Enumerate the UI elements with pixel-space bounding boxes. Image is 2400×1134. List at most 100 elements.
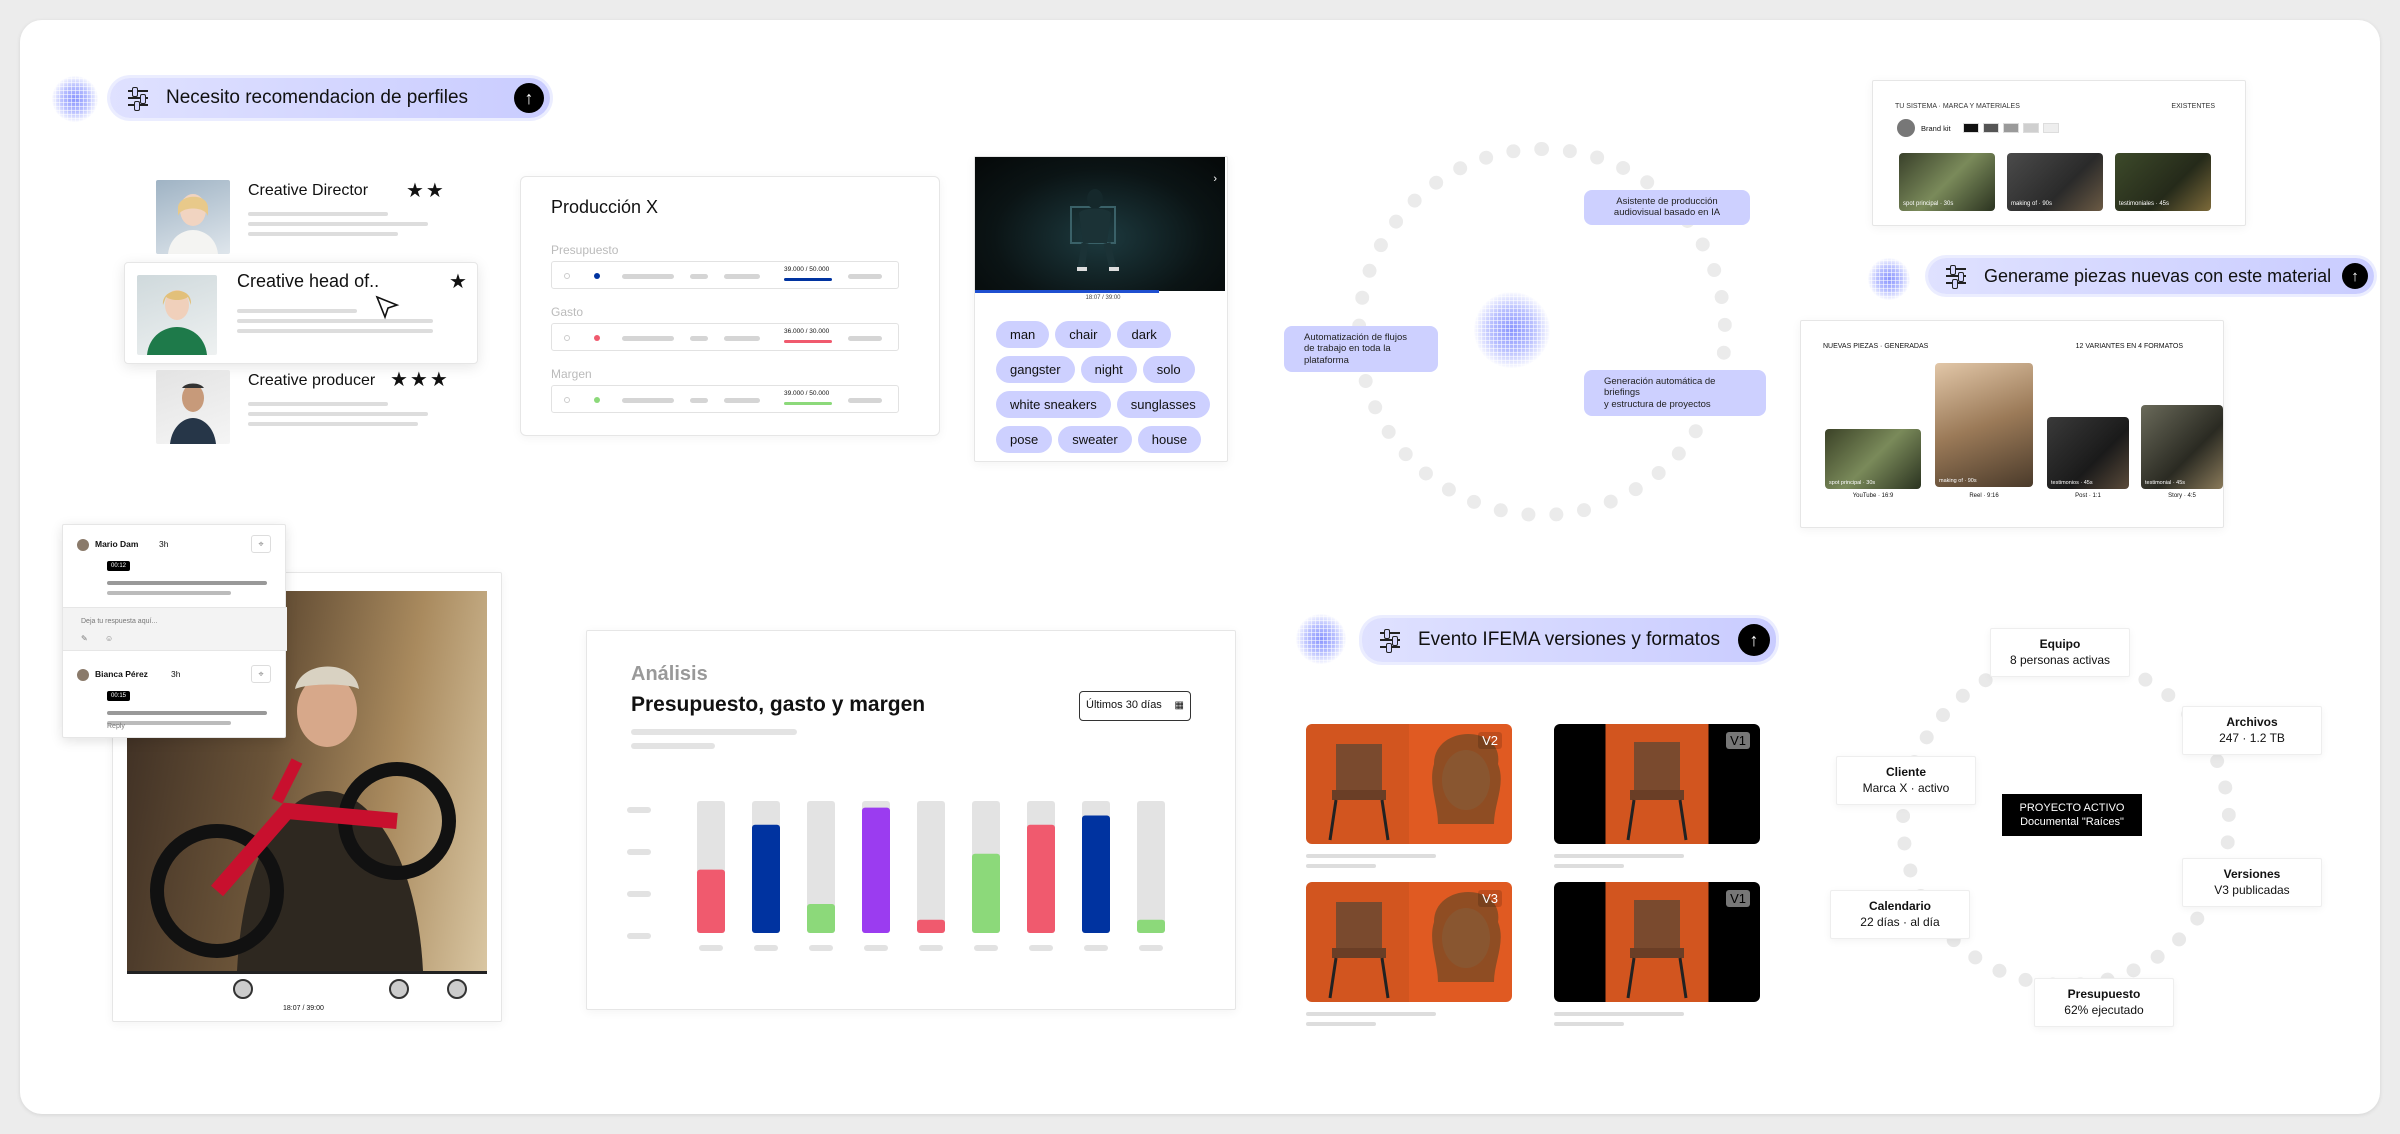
video-frame[interactable]: › bbox=[975, 157, 1225, 291]
generated-thumb[interactable]: testimonios · 45s bbox=[2047, 417, 2129, 489]
cursor-icon bbox=[375, 295, 400, 320]
budget-card: Producción X Presupuesto 39.000 / 50.000… bbox=[520, 176, 940, 436]
version-thumb[interactable]: V3 bbox=[1306, 882, 1512, 1002]
tag-chip[interactable]: night bbox=[1080, 356, 1137, 383]
tag-chip[interactable]: man bbox=[996, 321, 1050, 348]
sliders-icon[interactable] bbox=[1946, 265, 1966, 289]
feature-bubble: Generación automática de briefings y est… bbox=[1584, 370, 1766, 417]
color-swatch bbox=[2043, 123, 2059, 133]
tag-chip[interactable]: sweater bbox=[1058, 426, 1132, 453]
prompt-bar-profiles[interactable]: Necesito recomendacion de perfiles ↑ bbox=[110, 78, 550, 118]
send-arrow-icon[interactable]: ↑ bbox=[2342, 263, 2368, 289]
sliders-icon[interactable] bbox=[128, 87, 148, 111]
reply-input[interactable]: Deja tu respuesta aquí... ✎ ☺ bbox=[63, 607, 287, 651]
profile-role: Creative Director bbox=[248, 182, 369, 199]
ai-orb-icon bbox=[1296, 614, 1346, 664]
timestamp-chip[interactable]: 00:15 bbox=[107, 691, 131, 701]
generated-thumb[interactable]: making of · 90s bbox=[1935, 363, 2033, 487]
send-arrow-icon[interactable]: ↑ bbox=[514, 83, 544, 113]
project-node[interactable]: Versiones V3 publicadas bbox=[2182, 858, 2322, 908]
comment-time: 3h bbox=[171, 669, 181, 679]
sliders-icon[interactable] bbox=[1380, 629, 1400, 653]
budget-row[interactable]: 36.000 / 30.000 bbox=[551, 323, 899, 351]
send-arrow-icon[interactable]: ↑ bbox=[1738, 624, 1770, 656]
prompt-bar-ifema[interactable]: Evento IFEMA versiones y formatos ↑ bbox=[1362, 618, 1776, 662]
budget-row[interactable]: 39.000 / 50.000 bbox=[551, 261, 899, 289]
ai-orb-icon bbox=[1474, 292, 1550, 368]
material-thumb[interactable]: spot principal · 30s bbox=[1899, 153, 1995, 211]
pin-icon[interactable]: ⌖ bbox=[251, 535, 271, 553]
project-node[interactable]: Cliente Marca X · activo bbox=[1836, 756, 1976, 806]
timeline[interactable] bbox=[127, 971, 487, 974]
tag-chip[interactable]: pose bbox=[996, 426, 1053, 453]
tag-chip[interactable]: white sneakers bbox=[996, 391, 1111, 418]
y-tick-placeholder bbox=[627, 849, 651, 855]
budget-row[interactable]: 39.000 / 50.000 bbox=[551, 385, 899, 413]
tag-chip[interactable]: chair bbox=[1055, 321, 1112, 348]
bar-7[interactable] bbox=[1082, 815, 1110, 933]
comment-marker[interactable] bbox=[233, 979, 253, 999]
timestamp-chip[interactable]: 00:12 bbox=[107, 561, 131, 571]
avatar bbox=[77, 669, 89, 681]
y-tick-placeholder bbox=[627, 933, 651, 939]
version-thumb[interactable]: V2 bbox=[1306, 724, 1512, 844]
emoji-icon[interactable]: ☺ bbox=[105, 634, 113, 643]
chart-title: Presupuesto, gasto y margen bbox=[631, 693, 926, 716]
x-tick-placeholder bbox=[919, 945, 943, 951]
generated-thumb[interactable]: spot principal · 30s bbox=[1825, 429, 1921, 489]
bar-4[interactable] bbox=[917, 919, 945, 933]
section-kicker: Análisis bbox=[631, 663, 708, 685]
comments-panel: Mario Dam 3h ⌖ 00:12 Deja tu respuesta a… bbox=[62, 524, 287, 738]
prompt-text: Necesito recomendacion de perfiles bbox=[166, 87, 469, 108]
canvas: Necesito recomendacion de perfiles ↑ Cre… bbox=[20, 20, 2380, 1114]
bar-5[interactable] bbox=[972, 853, 1000, 933]
comment-marker[interactable] bbox=[389, 979, 409, 999]
bar-8[interactable] bbox=[1137, 919, 1165, 933]
tag-chip[interactable]: sunglasses bbox=[1116, 391, 1210, 418]
bar-3[interactable] bbox=[862, 807, 890, 933]
active-project-badge[interactable]: PROYECTO ACTIVO Documental "Raíces" bbox=[2002, 794, 2142, 836]
avatar bbox=[156, 180, 230, 254]
tag-chip[interactable]: solo bbox=[1142, 356, 1195, 383]
profile-card-selected[interactable]: Creative head of.. ★ bbox=[124, 262, 478, 364]
bar-0[interactable] bbox=[697, 869, 725, 933]
brand-materials-card: TU SISTEMA · MARCA Y MATERIALES EXISTENT… bbox=[1872, 80, 2246, 226]
project-node[interactable]: Equipo 8 personas activas bbox=[1990, 628, 2130, 678]
bar-track bbox=[1137, 801, 1165, 933]
analysis-card: Análisis Presupuesto, gasto y margen Últ… bbox=[586, 630, 1236, 1010]
tag-chip[interactable]: dark bbox=[1117, 321, 1171, 348]
bar-2[interactable] bbox=[807, 903, 835, 933]
date-filter-select[interactable]: Últimos 30 días ▦ bbox=[1079, 691, 1191, 721]
tag-chip[interactable]: house bbox=[1137, 426, 1202, 453]
x-tick-placeholder bbox=[1029, 945, 1053, 951]
bar-6[interactable] bbox=[1027, 824, 1055, 933]
pin-icon[interactable]: ⌖ bbox=[251, 665, 271, 683]
profile-role: Creative head of.. bbox=[237, 271, 380, 291]
project-node[interactable]: Calendario 22 días · al día bbox=[1830, 890, 1970, 940]
chevron-right-icon[interactable]: › bbox=[1213, 173, 1217, 185]
video-progress[interactable] bbox=[975, 290, 1159, 293]
comment-author: Mario Dam bbox=[95, 539, 139, 549]
feature-bubble: Automatización de flujos de trabajo en t… bbox=[1284, 326, 1438, 373]
version-tag: V3 bbox=[1478, 890, 1502, 907]
tag-chip[interactable]: gangster bbox=[996, 356, 1075, 383]
version-thumb[interactable]: V1 bbox=[1554, 724, 1760, 844]
y-tick-placeholder bbox=[627, 807, 651, 813]
edit-icon[interactable]: ✎ bbox=[81, 634, 88, 643]
material-thumb[interactable]: testimoniales · 45s bbox=[2115, 153, 2211, 211]
reply-link[interactable]: Reply bbox=[107, 723, 125, 730]
bar-track bbox=[917, 801, 945, 933]
material-thumb[interactable]: making of · 90s bbox=[2007, 153, 2103, 211]
section-header: TU SISTEMA · MARCA Y MATERIALES bbox=[1895, 103, 2020, 110]
row-label: Presupuesto bbox=[551, 243, 619, 257]
profile-role: Creative producer bbox=[248, 372, 376, 389]
bar-1[interactable] bbox=[752, 824, 780, 933]
prompt-bar-generate[interactable]: Generame piezas nuevas con este material… bbox=[1928, 258, 2374, 294]
generated-thumb[interactable]: testimonial · 45s bbox=[2141, 405, 2223, 489]
comment-marker[interactable] bbox=[447, 979, 467, 999]
project-node[interactable]: Archivos 247 · 1.2 TB bbox=[2182, 706, 2322, 756]
version-thumb[interactable]: V1 bbox=[1554, 882, 1760, 1002]
project-node[interactable]: Presupuesto 62% ejecutado bbox=[2034, 978, 2174, 1028]
section-header: EXISTENTES bbox=[2171, 103, 2215, 110]
color-swatches bbox=[1963, 123, 2059, 133]
